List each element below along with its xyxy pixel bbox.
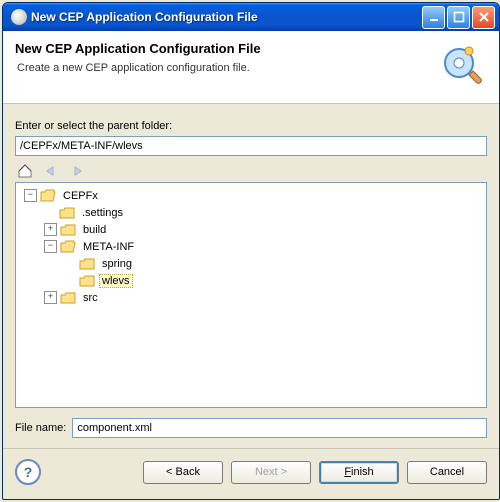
window-close-button[interactable] [472, 6, 495, 29]
tree-item-label: CEPFx [60, 189, 101, 203]
titlebar[interactable]: New CEP Application Configuration File [3, 3, 499, 31]
banner-heading: New CEP Application Configuration File [15, 41, 439, 56]
folder-open-icon [60, 240, 76, 254]
finish-button[interactable]: Finish [319, 461, 399, 484]
tree-item[interactable]: spring [18, 255, 484, 272]
folder-tree[interactable]: − CEPFx .settings + build − META-INF [15, 182, 487, 408]
app-icon [11, 9, 27, 25]
parent-folder-label: Enter or select the parent folder: [15, 120, 487, 132]
back-button[interactable]: < Back [143, 461, 223, 484]
collapse-icon[interactable]: − [24, 189, 37, 202]
help-icon[interactable]: ? [15, 459, 41, 485]
banner-subtext: Create a new CEP application configurati… [17, 62, 439, 74]
tree-item-label: wlevs [99, 274, 133, 288]
tree-root[interactable]: − CEPFx [18, 187, 484, 204]
tree-item[interactable]: + build [18, 221, 484, 238]
folder-icon [60, 223, 76, 237]
wizard-footer: ? < Back Next > Finish Cancel [3, 449, 499, 499]
window-minimize-button[interactable] [422, 6, 445, 29]
tree-item-label: src [80, 291, 101, 305]
tree-item-label: .settings [79, 206, 126, 220]
nav-back-icon [41, 162, 61, 180]
tree-item-label: META-INF [80, 240, 137, 254]
folder-icon [79, 274, 95, 288]
folder-icon [59, 206, 75, 220]
tree-item-label: build [80, 223, 109, 237]
tree-item[interactable]: .settings [18, 204, 484, 221]
folder-icon [79, 257, 95, 271]
tree-nav-toolbar [15, 162, 487, 180]
tree-item-label: spring [99, 257, 135, 271]
folder-open-icon [40, 189, 56, 203]
expand-icon[interactable]: + [44, 291, 57, 304]
filename-label: File name: [15, 422, 66, 434]
dialog-window: New CEP Application Configuration File N… [2, 2, 500, 500]
cancel-button[interactable]: Cancel [407, 461, 487, 484]
wizard-banner: New CEP Application Configuration File C… [3, 31, 499, 104]
collapse-icon[interactable]: − [44, 240, 57, 253]
parent-folder-input[interactable] [15, 136, 487, 156]
next-button: Next > [231, 461, 311, 484]
home-icon[interactable] [15, 162, 35, 180]
filename-input[interactable] [72, 418, 487, 438]
tree-item[interactable]: − META-INF [18, 238, 484, 255]
tree-item-selected[interactable]: wlevs [18, 272, 484, 289]
tree-item[interactable]: + src [18, 289, 484, 306]
banner-icon [439, 41, 487, 89]
window-maximize-button[interactable] [447, 6, 470, 29]
nav-forward-icon [67, 162, 87, 180]
window-title: New CEP Application Configuration File [31, 10, 420, 24]
folder-icon [60, 291, 76, 305]
expand-icon[interactable]: + [44, 223, 57, 236]
wizard-body: Enter or select the parent folder: − CEP… [3, 104, 499, 448]
